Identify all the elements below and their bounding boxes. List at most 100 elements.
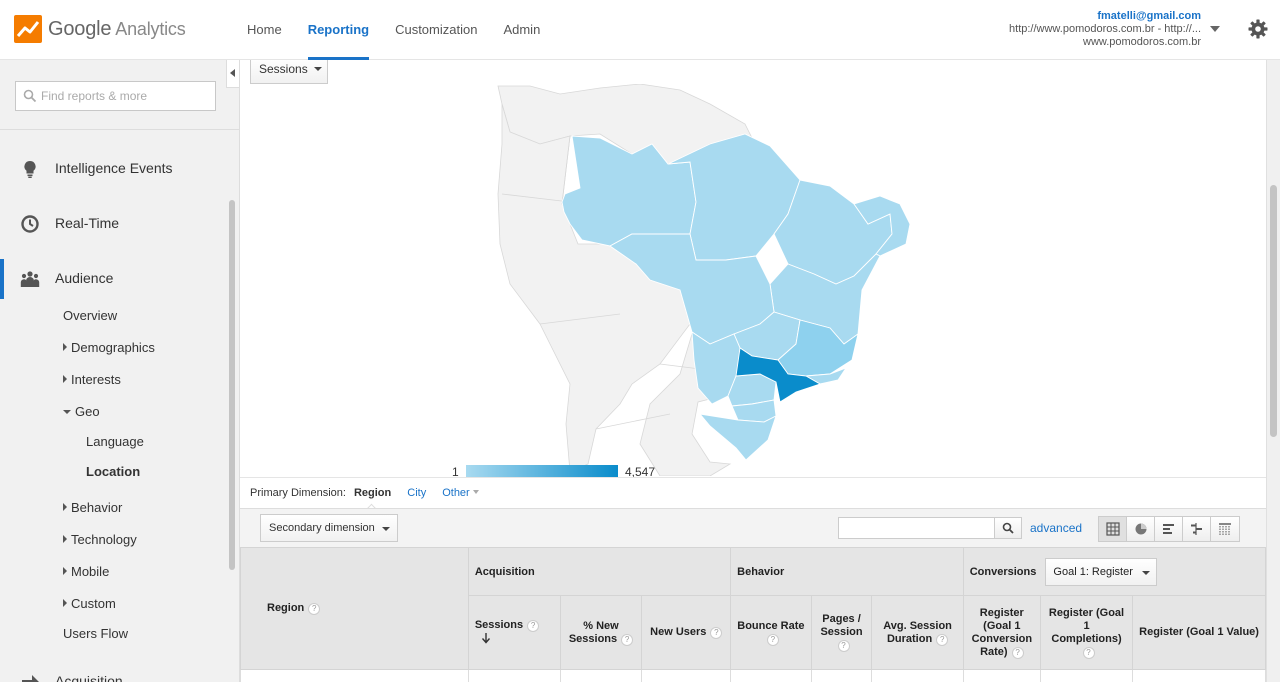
report-content: Sessions 1 4,547 Primary Dimension: Regi…: [240, 60, 1266, 682]
sidebar-item-language[interactable]: Language: [86, 434, 144, 449]
column-label: Sessions: [474, 619, 524, 631]
sidebar-item-technology[interactable]: Technology: [63, 532, 137, 547]
gear-icon[interactable]: [1248, 19, 1268, 39]
advanced-filter-link[interactable]: advanced: [1030, 521, 1082, 535]
secondary-dimension-dropdown[interactable]: Secondary dimension: [260, 514, 398, 542]
map-metric-dropdown[interactable]: Sessions: [250, 60, 328, 84]
pie-view-button[interactable]: [1127, 517, 1155, 541]
help-icon[interactable]: ?: [936, 633, 949, 646]
help-icon[interactable]: ?: [527, 620, 540, 632]
collapse-icon: [63, 410, 71, 414]
account-dropdown-icon[interactable]: [1210, 26, 1220, 32]
nav-home[interactable]: Home: [234, 0, 295, 60]
column-label: % New Sessions: [568, 619, 619, 645]
chevron-down-icon: [314, 67, 322, 71]
sidebar-item-intelligence-events[interactable]: Intelligence Events: [0, 149, 226, 189]
nav-reporting[interactable]: Reporting: [295, 0, 382, 60]
report-search[interactable]: [15, 81, 216, 111]
column-label: New Users: [650, 626, 707, 638]
table-filter-button[interactable]: [994, 518, 1021, 538]
help-icon[interactable]: ?: [1082, 646, 1095, 659]
column-goal-completions[interactable]: Register (Goal 1 Completions)?: [1039, 595, 1134, 670]
sidebar-item-real-time[interactable]: Real-Time: [0, 204, 226, 244]
help-icon[interactable]: ?: [710, 627, 723, 639]
sidebar-item-geo[interactable]: Geo: [63, 404, 100, 419]
column-goal-conversion-rate[interactable]: Register (Goal 1 Conversion Rate)?: [962, 595, 1041, 670]
table-toolbar: Secondary dimension advanced: [240, 508, 1266, 548]
sidebar-item-interests[interactable]: Interests: [63, 372, 121, 387]
column-goal-value[interactable]: Register (Goal 1 Value): [1132, 595, 1266, 670]
sidebar-item-users-flow[interactable]: Users Flow: [63, 626, 128, 641]
dimension-region[interactable]: Region: [354, 487, 391, 507]
help-icon[interactable]: ?: [766, 633, 779, 646]
dimension-city[interactable]: City: [407, 487, 426, 507]
brazil-region-map[interactable]: [240, 83, 1266, 477]
column-new-users[interactable]: New Users?: [641, 595, 732, 670]
nav-customization[interactable]: Customization: [382, 0, 490, 60]
sidebar-scrollbar[interactable]: [229, 200, 235, 570]
google-analytics-logo[interactable]: Google Analytics: [14, 15, 186, 43]
primary-dimension-label: Primary Dimension:: [250, 487, 346, 499]
column-sessions[interactable]: Sessions?: [467, 595, 561, 670]
logo-brand-text: Google: [48, 17, 112, 40]
goal-selector-label: Goal 1: Register: [1053, 565, 1133, 578]
account-view[interactable]: www.pomodoros.com.br: [1009, 36, 1201, 49]
table-view-icon: [1105, 522, 1120, 536]
sidebar-item-demographics[interactable]: Demographics: [63, 340, 155, 355]
account-email[interactable]: fmatelli@gmail.com: [1009, 10, 1201, 23]
column-bounce-rate[interactable]: Bounce Rate?: [730, 595, 812, 670]
table-filter-input[interactable]: [839, 518, 993, 538]
account-property[interactable]: http://www.pomodoros.com.br - http://...: [1009, 23, 1201, 36]
column-label: Register (Goal 1 Value): [1139, 626, 1259, 638]
legend-color-scale: [466, 465, 618, 477]
group-acquisition: Acquisition: [467, 547, 732, 596]
bar-view-button[interactable]: [1155, 517, 1183, 541]
sort-descending-icon[interactable]: [481, 632, 491, 644]
sidebar-item-mobile[interactable]: Mobile: [63, 564, 109, 579]
column-label: Pages / Session: [820, 613, 863, 638]
sidebar-item-custom[interactable]: Custom: [63, 596, 116, 611]
table-row: [240, 669, 1266, 682]
column-pct-new-sessions[interactable]: % New Sessions?: [559, 595, 643, 670]
nav-admin[interactable]: Admin: [490, 0, 553, 60]
sidebar-item-acquisition[interactable]: Acquisition: [0, 662, 226, 682]
chevron-down-icon: [472, 490, 479, 494]
expand-icon: [63, 535, 67, 543]
column-region[interactable]: Region?: [240, 547, 469, 670]
sidebar-item-overview[interactable]: Overview: [63, 308, 117, 323]
sidebar: Intelligence Events Real-Time Audience O…: [0, 60, 240, 682]
comparison-view-icon: [1190, 523, 1202, 535]
dimension-other[interactable]: Other: [442, 487, 479, 507]
group-label: Conversions: [969, 565, 1037, 578]
account-selector[interactable]: fmatelli@gmail.com http://www.pomodoros.…: [1009, 10, 1201, 49]
sidebar-item-audience[interactable]: Audience: [0, 259, 226, 299]
goal-selector-dropdown[interactable]: Goal 1: Register: [1045, 557, 1158, 586]
column-pages-session[interactable]: Pages / Session?: [810, 595, 873, 670]
people-icon: [20, 271, 40, 287]
page-scrollbar[interactable]: [1266, 60, 1280, 682]
geo-map[interactable]: 1 4,547: [240, 83, 1266, 479]
sidebar-item-label: Audience: [55, 270, 114, 286]
lightbulb-icon: [24, 160, 36, 178]
chevron-down-icon: [382, 527, 390, 531]
collapse-sidebar-button[interactable]: [226, 60, 239, 88]
expand-icon: [63, 567, 67, 575]
report-search-input[interactable]: [41, 82, 211, 110]
pivot-view-button[interactable]: [1211, 517, 1239, 541]
sidebar-divider: [0, 129, 239, 130]
comparison-view-button[interactable]: [1183, 517, 1211, 541]
help-icon[interactable]: ?: [308, 603, 321, 615]
sidebar-item-behavior[interactable]: Behavior: [63, 500, 122, 515]
expand-icon: [63, 343, 67, 351]
table-view-button[interactable]: [1099, 517, 1127, 541]
sidebar-item-label: Geo: [75, 404, 100, 419]
search-icon: [23, 89, 37, 103]
sidebar-item-location[interactable]: Location: [86, 464, 140, 479]
help-icon[interactable]: ?: [1011, 646, 1024, 659]
top-header: Google Analytics Home Reporting Customiza…: [0, 0, 1280, 60]
column-avg-session-duration[interactable]: Avg. Session Duration?: [871, 595, 964, 670]
page-scrollbar-thumb[interactable]: [1270, 185, 1277, 437]
table-filter[interactable]: [838, 517, 1022, 539]
help-icon[interactable]: ?: [837, 640, 850, 652]
help-icon[interactable]: ?: [621, 633, 634, 646]
